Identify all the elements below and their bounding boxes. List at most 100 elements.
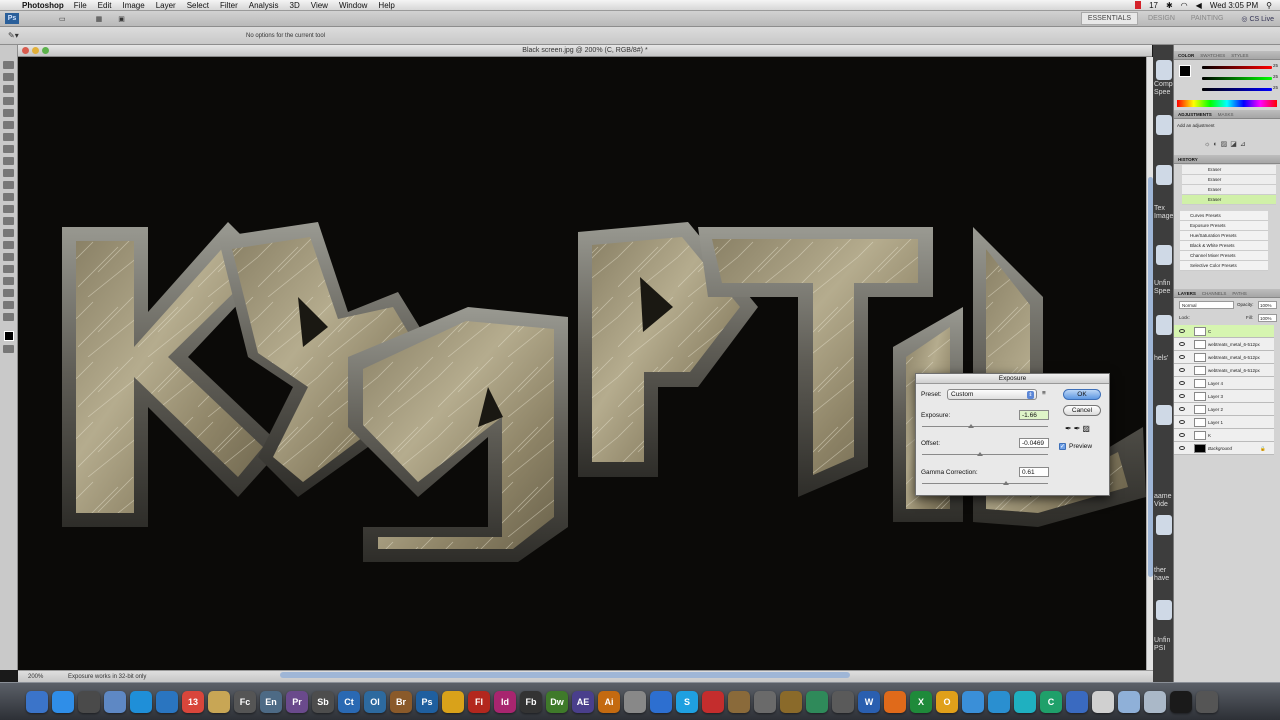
dock-app-icon[interactable]: O (936, 690, 958, 713)
eyedropper-icons[interactable]: ✒✒▨ (1065, 424, 1092, 433)
ok-button[interactable]: OK (1063, 389, 1101, 400)
vertical-scrollbar[interactable] (1146, 57, 1153, 670)
dock-app-icon[interactable]: En (260, 690, 282, 713)
document-title-bar[interactable]: Black screen.jpg @ 200% (C, RGB/8#) * (18, 45, 1152, 57)
dock-app-icon[interactable]: AE (572, 690, 594, 713)
tab-channels[interactable]: CHANNELS (1202, 291, 1227, 296)
tab-styles[interactable]: STYLES (1231, 53, 1248, 58)
preset-item[interactable]: Hue/Saturation Presets (1180, 231, 1268, 241)
hand-tool-icon[interactable] (3, 301, 14, 309)
dock-app-icon[interactable]: 13 (182, 690, 204, 713)
preset-item[interactable]: Selective Color Presets (1180, 261, 1268, 271)
horizontal-scroll-thumb[interactable] (280, 672, 850, 678)
dock-app-icon[interactable] (962, 690, 984, 713)
tab-history[interactable]: HISTORY (1178, 157, 1198, 162)
preset-item[interactable]: Exposure Presets (1180, 221, 1268, 231)
tab-paths[interactable]: PATHS (1232, 291, 1246, 296)
eye-icon[interactable] (1179, 368, 1185, 372)
lasso-tool-icon[interactable] (3, 85, 14, 93)
marquee-tool-icon[interactable] (3, 73, 14, 81)
dock-app-icon[interactable]: Fc (234, 690, 256, 713)
tab-adjustments[interactable]: ADJUSTMENTS (1178, 112, 1212, 117)
dock-app-icon[interactable]: C (1040, 690, 1062, 713)
layer-row[interactable]: Layer 4 (1174, 377, 1274, 390)
history-brush-tool-icon[interactable] (3, 169, 14, 177)
cancel-button[interactable]: Cancel (1063, 405, 1101, 416)
arrange-icon[interactable]: ▦ (96, 15, 103, 23)
volume-icon[interactable]: ◀ (1196, 1, 1202, 10)
dock-app-icon[interactable]: Ai (598, 690, 620, 713)
eye-icon[interactable] (1179, 446, 1185, 450)
eyedropper-tool-icon[interactable] (3, 121, 14, 129)
menu-layer[interactable]: Layer (156, 1, 176, 10)
workspace-essentials[interactable]: ESSENTIALS (1080, 12, 1139, 25)
dock-app-icon[interactable]: Ol (364, 690, 386, 713)
history-item[interactable]: Eraser (1182, 195, 1276, 205)
workspace-design[interactable]: DESIGN (1142, 13, 1181, 24)
layer-row[interactable]: C (1174, 325, 1274, 338)
file-icon[interactable] (1156, 60, 1172, 80)
green-value[interactable]: 25 (1273, 74, 1278, 79)
color-spectrum[interactable] (1177, 100, 1277, 107)
dock-app-icon[interactable] (806, 690, 828, 713)
offset-slider-knob[interactable] (977, 452, 983, 456)
dock-app-icon[interactable]: Sb (312, 690, 334, 713)
gradient-tool-icon[interactable] (3, 193, 14, 201)
layer-row[interactable]: Layer 3 (1174, 390, 1274, 403)
dock-app-icon[interactable] (1066, 690, 1088, 713)
stamp-tool-icon[interactable] (3, 157, 14, 165)
zoom-level[interactable]: 200% (28, 674, 43, 680)
offset-slider[interactable] (922, 454, 1048, 455)
layer-row[interactable]: webtreats_metal_6-512px (1174, 351, 1274, 364)
dock-app-icon[interactable]: Fb (520, 690, 542, 713)
app-menu[interactable]: Photoshop (22, 1, 64, 10)
file-icon[interactable] (1156, 165, 1172, 185)
exposure-slider[interactable] (922, 426, 1048, 427)
dodge-tool-icon[interactable] (3, 217, 14, 225)
gamma-slider[interactable] (922, 483, 1048, 484)
history-item[interactable]: Eraser (1182, 185, 1276, 195)
history-item[interactable]: Eraser (1182, 165, 1276, 175)
tab-color[interactable]: COLOR (1178, 53, 1194, 58)
dock-app-icon[interactable]: S (676, 690, 698, 713)
opacity-field[interactable]: 100% (1258, 301, 1277, 309)
fill-field[interactable]: 100% (1258, 314, 1277, 322)
dock-app-icon[interactable] (1196, 690, 1218, 713)
close-icon[interactable] (22, 47, 29, 54)
dock-app-icon[interactable] (754, 690, 776, 713)
adjustment-icons[interactable]: ☼◐▨◪⊿ (1204, 140, 1249, 148)
zoom-tool-icon[interactable] (3, 313, 14, 321)
dock-app-icon[interactable] (156, 690, 178, 713)
dock-app-icon[interactable] (130, 690, 152, 713)
document-canvas[interactable] (18, 57, 1146, 670)
gamma-slider-knob[interactable] (1003, 481, 1009, 485)
dock-app-icon[interactable] (702, 690, 724, 713)
preset-item[interactable]: Curves Presets (1180, 211, 1268, 221)
spotlight-icon[interactable]: ⚲ (1266, 1, 1272, 10)
cs-live-button[interactable]: ◎ CS Live (1241, 15, 1274, 23)
gamma-field[interactable]: 0.61 (1019, 467, 1049, 477)
bridge-icon[interactable]: ▭ (59, 15, 66, 23)
healing-tool-icon[interactable] (3, 133, 14, 141)
move-tool-icon[interactable] (3, 61, 14, 69)
clock[interactable]: Wed 3:05 PM (1210, 1, 1258, 10)
tab-layers[interactable]: LAYERS (1178, 291, 1196, 296)
dock-app-icon[interactable] (104, 690, 126, 713)
eraser-tool-icon[interactable] (3, 181, 14, 189)
dock-app-icon[interactable] (728, 690, 750, 713)
dock-app-icon[interactable]: X (910, 690, 932, 713)
preset-item[interactable]: Channel Mixer Presets (1180, 251, 1268, 261)
file-icon[interactable] (1156, 315, 1172, 335)
eye-icon[interactable] (1179, 407, 1185, 411)
minimize-icon[interactable] (32, 47, 39, 54)
dock-app-icon[interactable] (52, 690, 74, 713)
offset-field[interactable]: -0.0469 (1019, 438, 1049, 448)
dock-app-icon[interactable] (1118, 690, 1140, 713)
bluetooth-icon[interactable]: ✱ (1166, 1, 1173, 10)
dock-app-icon[interactable]: W (858, 690, 880, 713)
history-item[interactable]: Eraser (1182, 175, 1276, 185)
file-icon[interactable] (1156, 245, 1172, 265)
dock-app-icon[interactable] (78, 690, 100, 713)
dock-app-icon[interactable] (1092, 690, 1114, 713)
dock-app-icon[interactable]: Fl (468, 690, 490, 713)
